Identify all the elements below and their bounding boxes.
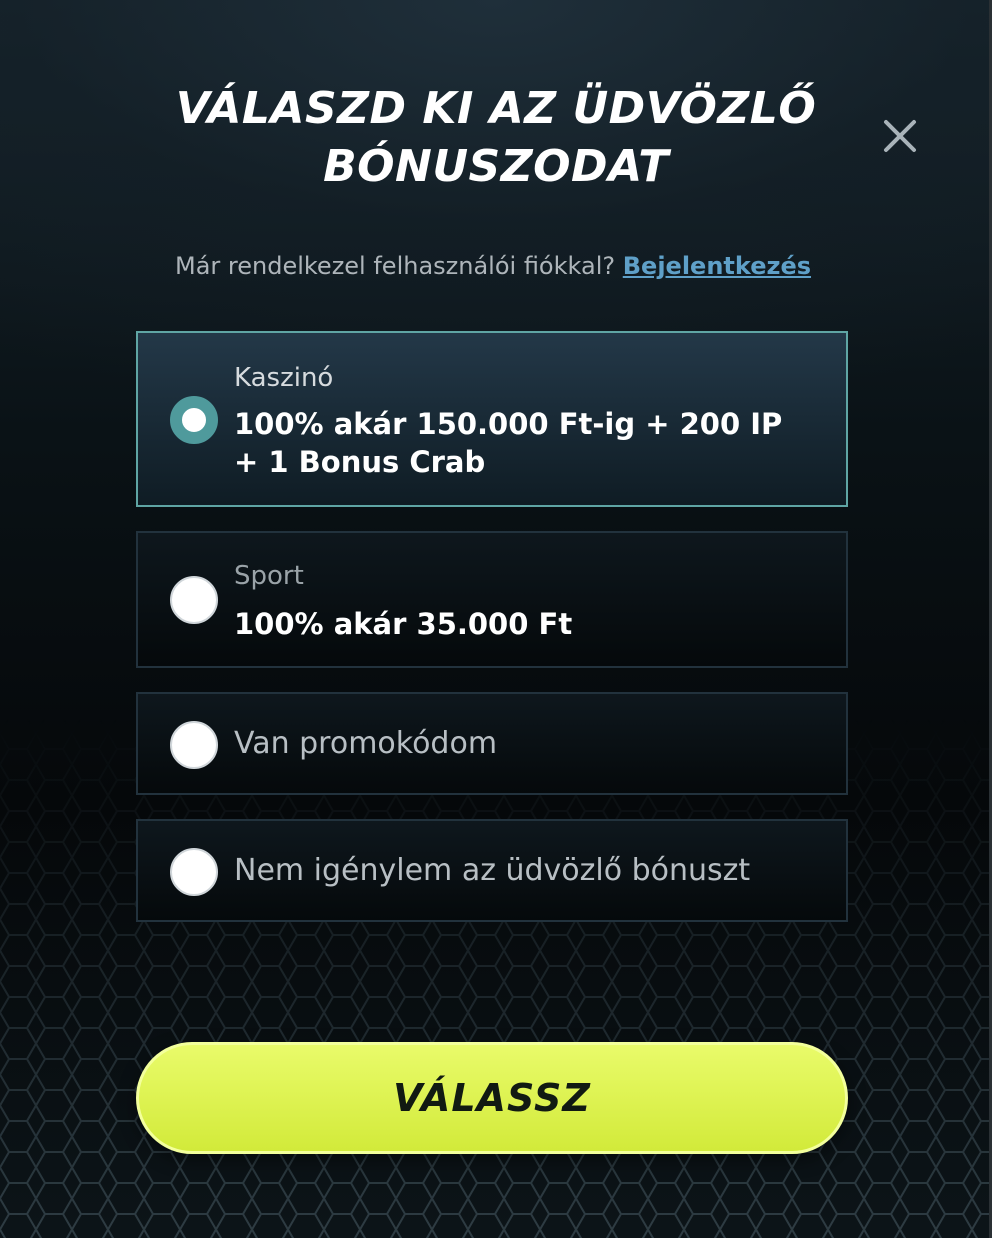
close-button[interactable]	[880, 116, 920, 156]
bonus-selection-modal: VÁLASZD KI AZ ÜDVÖZLŐ BÓNUSZODAT Már ren…	[0, 0, 992, 1238]
bonus-option-casino[interactable]: Kaszinó 100% akár 150.000 Ft-ig + 200 IP…	[136, 331, 848, 507]
login-link[interactable]: Bejelentkezés	[623, 252, 811, 280]
title-line-1: VÁLASZD KI AZ ÜDVÖZLŐ	[175, 83, 817, 134]
radio-button-no-bonus[interactable]	[170, 848, 218, 896]
bonus-option-no-bonus[interactable]: Nem igénylem az üdvözlő bónuszt	[136, 819, 848, 922]
hexagon-pattern-background	[0, 718, 989, 1238]
login-prompt-text: Már rendelkezel felhasználói fiókkal?	[174, 252, 616, 280]
option-value-casino: 100% akár 150.000 Ft-ig + 200 IP + 1 Bon…	[234, 407, 783, 479]
choose-button[interactable]: VÁLASSZ	[136, 1042, 848, 1154]
option-label-casino: Kaszinó	[234, 363, 334, 393]
modal-title: VÁLASZD KI AZ ÜDVÖZLŐ BÓNUSZODAT	[0, 80, 989, 196]
bonus-option-promo-code[interactable]: Van promokódom	[136, 692, 848, 795]
close-icon	[884, 120, 916, 152]
bonus-option-sport[interactable]: Sport 100% akár 35.000 Ft	[136, 531, 848, 668]
login-prompt: Már rendelkezel felhasználói fiókkal? Be…	[0, 252, 986, 280]
radio-button-casino[interactable]	[170, 396, 218, 444]
option-label-no-bonus: Nem igénylem az üdvözlő bónuszt	[234, 853, 751, 888]
choose-button-label: VÁLASSZ	[393, 1076, 591, 1120]
option-label-sport: Sport	[234, 561, 304, 591]
option-value-sport: 100% akár 35.000 Ft	[234, 607, 573, 641]
title-line-2: BÓNUSZODAT	[323, 141, 669, 192]
radio-button-promo-code[interactable]	[170, 721, 218, 769]
option-label-promo-code: Van promokódom	[234, 726, 498, 761]
radio-button-sport[interactable]	[170, 576, 218, 624]
